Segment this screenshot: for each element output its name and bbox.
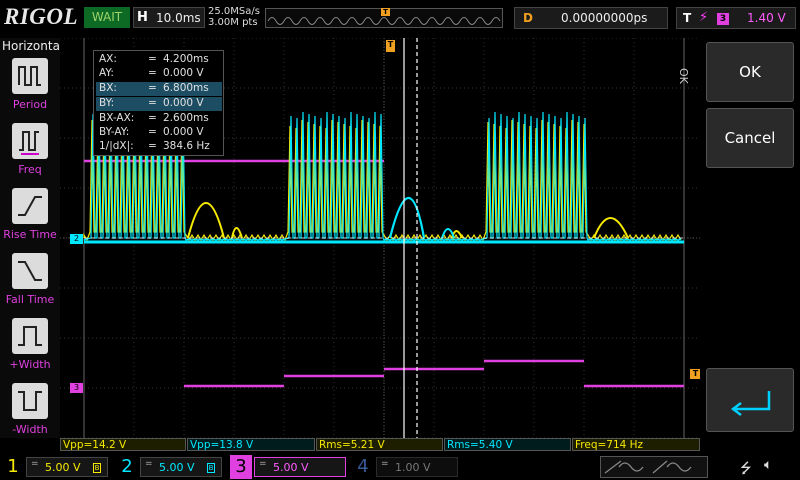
ch2-scale: 5.00 V (159, 461, 195, 474)
measure-ch2-rms[interactable]: Rms=5.40 V (444, 438, 571, 451)
measure-ch2-vpp[interactable]: Vpp=13.8 V (187, 438, 315, 451)
ch2-number: 2 (121, 456, 133, 477)
cursor-row-inv-dx: 1/|dX|: = 384.6 Hz (99, 140, 210, 152)
sample-rate: 25.0MSa/s (208, 6, 260, 17)
trigger-box[interactable]: T ⚡ 3 1.40 V (676, 7, 796, 29)
cursor-row-by: BY: = 0.000 V (96, 97, 222, 111)
trigger-source: 3 (717, 13, 729, 25)
trigger-level: 1.40 V (747, 11, 786, 25)
ch4-coupling: = (381, 459, 389, 469)
usb-icon: ⭍ (740, 461, 752, 477)
trigger-label: T (683, 11, 692, 25)
sound-muted-icon[interactable]: 🔈︎ (764, 457, 772, 473)
measure-ch1-vpp[interactable]: Vpp=14.2 V (60, 438, 186, 451)
measure-ch1-rms[interactable]: Rms=5.21 V (316, 438, 443, 451)
math-ref-buttons[interactable] (600, 456, 708, 478)
delay-label: D (523, 11, 533, 25)
fall-time-button[interactable]: Fall Time (0, 253, 60, 317)
ch2-status[interactable]: 2 = 5.00 V B (116, 455, 224, 479)
softkey-panel: OK Cancel (700, 38, 800, 438)
trigger-time-marker: T (386, 40, 395, 52)
trigger-position-marker: T (381, 8, 390, 16)
enter-button[interactable] (706, 368, 794, 432)
timebase-label: H (137, 10, 148, 25)
ch1-scale: 5.00 V (45, 461, 81, 474)
delay-box[interactable]: D 0.00000000ps (514, 7, 668, 29)
menu-title: Horizontal (2, 39, 64, 53)
cursor-row-bx: BX: = 6.800ms (96, 82, 222, 96)
neg-width-icon (12, 383, 48, 419)
fall-time-icon (12, 253, 48, 289)
acquisition-status[interactable]: WAIT (84, 7, 130, 28)
ch1-hump (593, 217, 629, 239)
ch3-scale: 5.00 V (273, 461, 309, 474)
fall-time-label: Fall Time (5, 293, 55, 306)
neg-width-button[interactable]: -Width (0, 383, 60, 447)
ch1-number: 1 (7, 456, 19, 477)
delay-value: 0.00000000ps (561, 11, 648, 25)
rising-edge-icon: ⚡ (699, 10, 709, 25)
ch1-box: = 5.00 V B (26, 457, 108, 477)
rise-time-icon (12, 188, 48, 224)
memory-depth: 3.00M pts (208, 17, 258, 28)
memory-overview-strip[interactable]: T (265, 8, 503, 28)
ch2-hump (388, 197, 426, 239)
ch4-scale: 1.00 V (395, 461, 431, 474)
ch3-status[interactable]: 3 = 5.00 V (230, 455, 348, 479)
ch4-status[interactable]: 4 = 1.00 V (352, 455, 460, 479)
ch3-number: 3 (230, 455, 252, 479)
ok-label: OK (739, 63, 761, 81)
neg-width-label: -Width (12, 423, 48, 436)
cursor-row-ax: AX: = 4.200ms (99, 53, 209, 65)
sample-info: 25.0MSa/s 3.00M pts (208, 6, 260, 28)
pos-width-icon (12, 318, 48, 354)
ch1-status[interactable]: 1 = 5.00 V B (2, 455, 110, 479)
ch1-hump (187, 202, 225, 239)
horizontal-menu: Horizontal Period Freq Rise Time Fall Ti… (0, 38, 64, 438)
freq-button[interactable]: Freq (0, 123, 60, 187)
ch4-box: = 1.00 V (376, 457, 458, 477)
ok-side-label: OK (677, 68, 690, 84)
period-icon (12, 58, 48, 94)
freq-label: Freq (18, 163, 42, 176)
ch2-box: = 5.00 V B (140, 457, 222, 477)
ch1-coupling: = (31, 459, 39, 469)
freq-icon (12, 123, 48, 159)
timebase-value: 10.0ms (156, 11, 201, 25)
pos-width-label: +Width (9, 358, 51, 371)
math-wave-icons (604, 460, 692, 474)
cursor-row-ay: AY: = 0.000 V (99, 67, 204, 79)
brand-logo: RIGOL (4, 4, 79, 29)
cursor-row-bx-ax: BX-AX: = 2.600ms (99, 112, 209, 124)
ch3-box: = 5.00 V (254, 457, 346, 477)
cancel-button[interactable]: Cancel (706, 108, 794, 168)
ch2-offset-marker[interactable]: 2 (70, 234, 83, 244)
period-label: Period (12, 98, 48, 111)
measurement-bar: Vpp=14.2 V Vpp=13.8 V Rms=5.21 V Rms=5.4… (60, 438, 700, 452)
timebase-box[interactable]: H 10.0ms (133, 7, 205, 28)
ch3-coupling: = (259, 459, 267, 469)
ch4-number: 4 (357, 456, 369, 477)
ok-button[interactable]: OK (706, 42, 794, 102)
cursor-row-by-ay: BY-AY: = 0.000 V (99, 126, 204, 138)
period-button[interactable]: Period (0, 58, 60, 122)
measure-ch1-freq[interactable]: Freq=714 Hz (572, 438, 700, 451)
ch2-coupling: = (145, 459, 153, 469)
cancel-label: Cancel (724, 129, 776, 147)
channel-bar: 1 = 5.00 V B 2 = 5.00 V B 3 = 5.00 V 4 =… (0, 453, 800, 480)
rise-time-label: Rise Time (3, 228, 57, 241)
ch2-bw-limit: B (207, 463, 215, 473)
ch1-bw-limit: B (93, 463, 101, 473)
cursor-readout: AX: = 4.200ms AY: = 0.000 V BX: = 6.800ms BY: =… (93, 50, 224, 156)
top-status-bar: RIGOL WAIT H 10.0ms 25.0MSa/s 3.00M pts … (0, 0, 800, 38)
ch3-offset-marker[interactable]: 3 (70, 383, 83, 393)
enter-arrow-icon (730, 391, 771, 416)
pos-width-button[interactable]: +Width (0, 318, 60, 382)
rise-time-button[interactable]: Rise Time (0, 188, 60, 252)
